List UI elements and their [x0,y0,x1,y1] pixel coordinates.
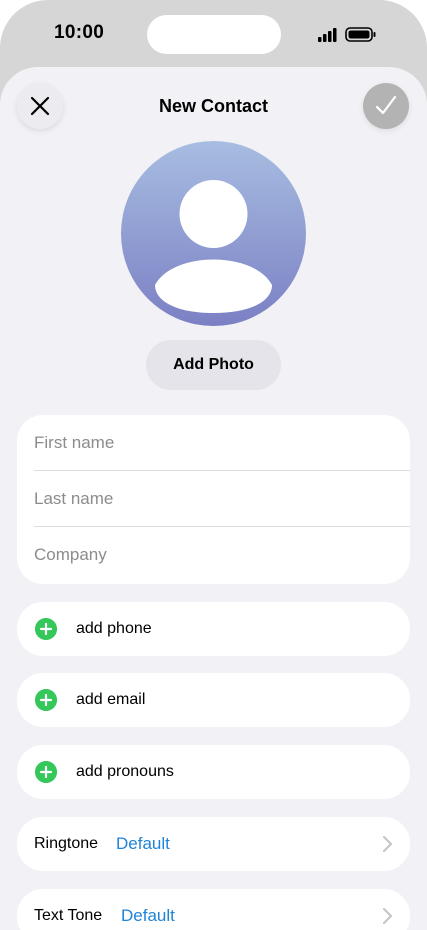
first-name-field[interactable]: First name [34,415,410,471]
add-phone-label: add phone [76,620,152,637]
company-field[interactable]: Company [34,527,410,583]
contact-avatar [121,141,306,326]
done-button[interactable] [363,83,409,129]
add-pronouns-row[interactable]: add pronouns [17,745,410,799]
phone-frame: 10:00 New Contact Add Photo First name L… [0,0,427,930]
name-fields-card: First name Last name Company [17,415,410,584]
text-tone-value: Default [121,906,175,925]
chevron-right-icon [383,908,392,924]
last-name-field[interactable]: Last name [34,471,410,527]
add-phone-row[interactable]: add phone [17,602,410,656]
add-email-label: add email [76,691,146,708]
chevron-right-icon [383,836,392,852]
text-tone-label: Text Tone [34,907,103,924]
ringtone-row[interactable]: Ringtone Default [17,817,410,871]
person-silhouette-icon [155,180,272,313]
add-pronouns-label: add pronouns [76,763,174,780]
dynamic-island [147,15,281,54]
add-photo-button[interactable]: Add Photo [146,340,281,390]
ringtone-label: Ringtone [34,835,99,852]
battery-icon [345,27,376,42]
status-time: 10:00 [54,22,105,43]
text-tone-row[interactable]: Text Tone Default [17,889,410,930]
new-contact-sheet: New Contact Add Photo First name Last na… [0,67,427,930]
plus-circle-icon [35,761,57,783]
ringtone-value: Default [116,834,170,853]
cellular-signal-icon [318,28,337,42]
plus-circle-icon [35,618,57,640]
checkmark-icon [375,95,397,115]
status-bar: 10:00 [0,0,427,68]
plus-circle-icon [35,689,57,711]
add-email-row[interactable]: add email [17,673,410,727]
status-icons [318,27,376,42]
